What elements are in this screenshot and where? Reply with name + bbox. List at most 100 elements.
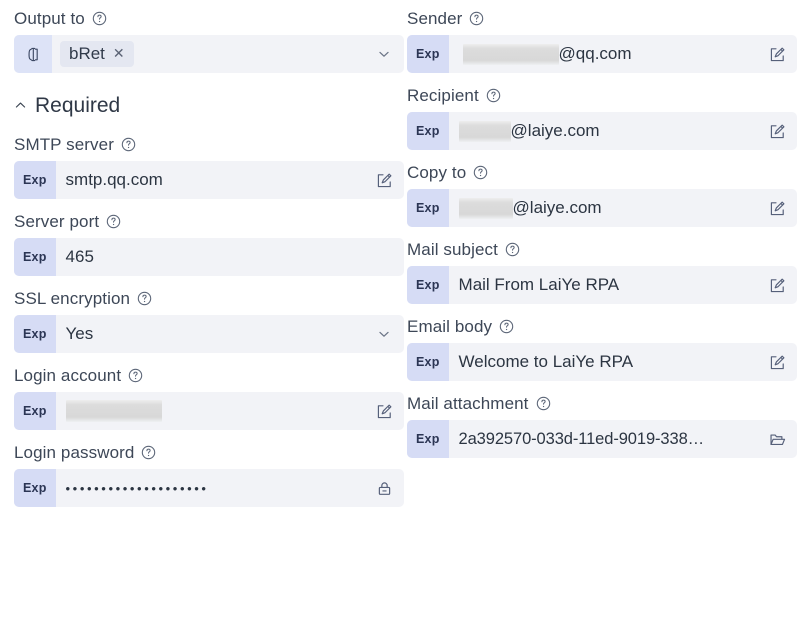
email-body-edit-button[interactable] xyxy=(757,343,797,381)
password-mask: •••••••••••••••••••• xyxy=(65,481,209,496)
recipient-label-text: Recipient xyxy=(407,86,479,105)
field-mail-subject: Mail subject Exp Mail From LaiYe RPA xyxy=(407,241,797,304)
expression-badge[interactable]: Exp xyxy=(14,161,56,199)
field-email-body: Email body Exp Welcome to LaiYe RPA xyxy=(407,318,797,381)
ssl-encryption-dropdown-toggle[interactable] xyxy=(364,315,404,353)
question-circle-icon[interactable] xyxy=(486,88,501,103)
server-port-label-text: Server port xyxy=(14,212,100,231)
ssl-encryption-value[interactable]: Yes xyxy=(56,315,364,353)
edit-pencil-icon[interactable] xyxy=(375,402,394,421)
mail-subject-input[interactable]: Exp Mail From LaiYe RPA xyxy=(407,266,797,304)
sender-value[interactable]: @qq.com xyxy=(449,35,757,73)
mail-attachment-label-text: Mail attachment xyxy=(407,394,529,413)
server-port-input[interactable]: Exp 465 xyxy=(14,238,404,276)
copy-to-edit-button[interactable] xyxy=(757,189,797,227)
email-body-value[interactable]: Welcome to LaiYe RPA xyxy=(449,343,757,381)
expression-badge[interactable]: Exp xyxy=(407,343,449,381)
label-output-to: Output to xyxy=(14,10,404,27)
edit-pencil-icon[interactable] xyxy=(768,122,787,141)
sender-value-text: @qq.com xyxy=(558,44,632,63)
recipient-value[interactable]: @laiye.com xyxy=(449,112,757,150)
edit-pencil-icon[interactable] xyxy=(375,171,394,190)
label-sender: Sender xyxy=(407,10,797,27)
edit-pencil-icon[interactable] xyxy=(768,199,787,218)
expression-badge[interactable]: Exp xyxy=(407,35,449,73)
output-to-select[interactable]: bRet ✕ xyxy=(14,35,404,73)
chevron-down-icon[interactable] xyxy=(377,327,391,341)
sender-input[interactable]: Exp @qq.com xyxy=(407,35,797,73)
login-password-lock-button[interactable] xyxy=(364,469,404,507)
login-account-input[interactable]: Exp xyxy=(14,392,404,430)
folder-open-icon[interactable] xyxy=(768,430,787,449)
field-smtp-server: SMTP server Exp smtp.qq.com xyxy=(14,136,404,199)
output-to-label-text: Output to xyxy=(14,9,85,28)
login-password-label-text: Login password xyxy=(14,443,135,462)
field-sender: Sender Exp @qq.com xyxy=(407,10,797,73)
label-server-port: Server port xyxy=(14,213,404,230)
expression-badge[interactable]: Exp xyxy=(407,112,449,150)
mail-attachment-input[interactable]: Exp 2a392570-033d-11ed-9019-338… xyxy=(407,420,797,458)
field-server-port: Server port Exp 465 xyxy=(14,213,404,276)
expression-badge[interactable]: Exp xyxy=(407,420,449,458)
left-column: Output to bRet ✕ Required SMTP server Ex… xyxy=(14,10,404,521)
question-circle-icon[interactable] xyxy=(469,11,484,26)
login-password-value[interactable]: •••••••••••••••••••• xyxy=(56,469,364,507)
redacted-value xyxy=(462,43,559,65)
smtp-server-edit-button[interactable] xyxy=(364,161,404,199)
section-title: Required xyxy=(35,94,121,117)
mail-subject-value[interactable]: Mail From LaiYe RPA xyxy=(449,266,757,304)
ssl-encryption-select[interactable]: Exp Yes xyxy=(14,315,404,353)
copy-to-label-text: Copy to xyxy=(407,163,467,182)
field-copy-to: Copy to Exp @laiye.com xyxy=(407,164,797,227)
question-circle-icon[interactable] xyxy=(128,368,143,383)
smtp-server-value[interactable]: smtp.qq.com xyxy=(56,161,364,199)
label-mail-subject: Mail subject xyxy=(407,241,797,258)
question-circle-icon[interactable] xyxy=(137,291,152,306)
recipient-input[interactable]: Exp @laiye.com xyxy=(407,112,797,150)
question-circle-icon[interactable] xyxy=(499,319,514,334)
sender-edit-button[interactable] xyxy=(757,35,797,73)
copy-to-value[interactable]: @laiye.com xyxy=(449,189,757,227)
variable-brackets-icon[interactable] xyxy=(14,35,52,73)
close-icon[interactable]: ✕ xyxy=(113,46,125,60)
mail-attachment-browse-button[interactable] xyxy=(757,420,797,458)
copy-to-input[interactable]: Exp @laiye.com xyxy=(407,189,797,227)
output-to-dropdown-toggle[interactable] xyxy=(364,35,404,73)
redacted-value xyxy=(458,197,513,219)
login-account-edit-button[interactable] xyxy=(364,392,404,430)
field-output-to: Output to bRet ✕ xyxy=(14,10,404,73)
copy-to-value-text: @laiye.com xyxy=(512,198,602,217)
chevron-down-icon[interactable] xyxy=(377,47,391,61)
recipient-edit-button[interactable] xyxy=(757,112,797,150)
question-circle-icon[interactable] xyxy=(141,445,156,460)
mail-attachment-value[interactable]: 2a392570-033d-11ed-9019-338… xyxy=(449,420,757,458)
chevron-up-icon[interactable] xyxy=(14,99,27,112)
question-circle-icon[interactable] xyxy=(106,214,121,229)
expression-badge[interactable]: Exp xyxy=(407,189,449,227)
login-password-input[interactable]: Exp •••••••••••••••••••• xyxy=(14,469,404,507)
email-body-input[interactable]: Exp Welcome to LaiYe RPA xyxy=(407,343,797,381)
question-circle-icon[interactable] xyxy=(121,137,136,152)
variable-chip[interactable]: bRet ✕ xyxy=(60,40,134,68)
question-circle-icon[interactable] xyxy=(92,11,107,26)
lock-icon[interactable] xyxy=(375,479,394,498)
field-ssl-encryption: SSL encryption Exp Yes xyxy=(14,290,404,353)
expression-badge[interactable]: Exp xyxy=(14,469,56,507)
expression-badge[interactable]: Exp xyxy=(14,238,56,276)
server-port-value[interactable]: 465 xyxy=(56,238,404,276)
edit-pencil-icon[interactable] xyxy=(768,276,787,295)
label-login-account: Login account xyxy=(14,367,404,384)
mail-subject-edit-button[interactable] xyxy=(757,266,797,304)
expression-badge[interactable]: Exp xyxy=(14,315,56,353)
question-circle-icon[interactable] xyxy=(473,165,488,180)
expression-badge[interactable]: Exp xyxy=(14,392,56,430)
section-header-required[interactable]: Required xyxy=(14,95,404,116)
edit-pencil-icon[interactable] xyxy=(768,45,787,64)
field-recipient: Recipient Exp @laiye.com xyxy=(407,87,797,150)
question-circle-icon[interactable] xyxy=(505,242,520,257)
expression-badge[interactable]: Exp xyxy=(407,266,449,304)
edit-pencil-icon[interactable] xyxy=(768,353,787,372)
smtp-server-input[interactable]: Exp smtp.qq.com xyxy=(14,161,404,199)
login-account-value[interactable] xyxy=(56,392,364,430)
question-circle-icon[interactable] xyxy=(536,396,551,411)
